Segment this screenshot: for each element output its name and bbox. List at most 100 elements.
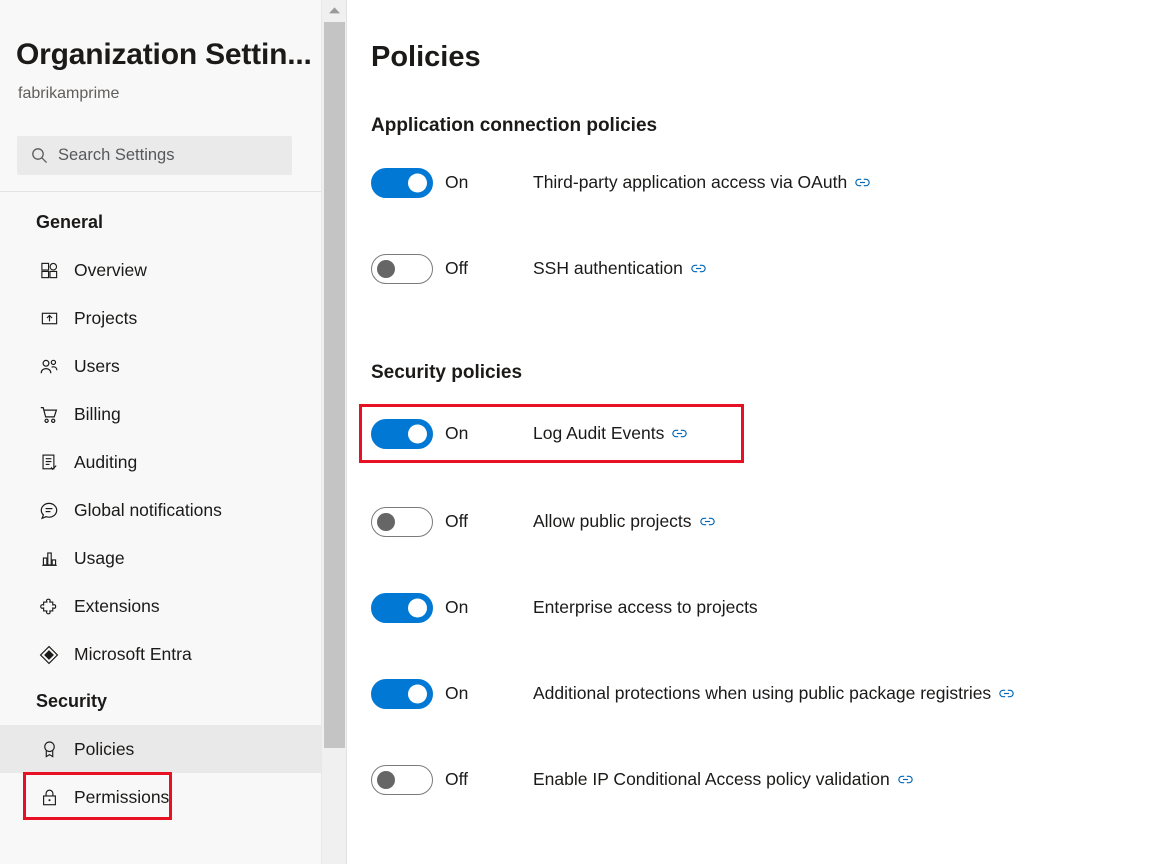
sidebar-item-auditing[interactable]: Auditing: [0, 439, 322, 487]
sidebar-item-label: Permissions: [74, 787, 169, 808]
search-settings-input[interactable]: Search Settings: [17, 136, 292, 175]
section-application-connection-policies: Application connection policies On Third…: [371, 115, 1131, 291]
sidebar-scrollbar[interactable]: [321, 0, 346, 864]
policy-row-log-audit-events[interactable]: On Log Audit Events: [371, 412, 1131, 456]
section-title: Security policies: [371, 362, 1131, 385]
usage-bar-chart-icon: [38, 548, 60, 570]
sidebar-item-extensions[interactable]: Extensions: [0, 583, 322, 631]
sidebar-item-label: Global notifications: [74, 500, 222, 521]
nav-group-general-label: General: [0, 200, 322, 247]
policy-state-label: Off: [445, 511, 533, 532]
section-title: Application connection policies: [371, 115, 1131, 138]
policy-state-label: Off: [445, 769, 533, 790]
link-chain-icon[interactable]: [691, 261, 706, 276]
sidebar-item-microsoft-entra[interactable]: Microsoft Entra: [0, 631, 322, 679]
policy-name: Third-party application access via OAuth: [533, 172, 870, 193]
sidebar-item-label: Auditing: [74, 452, 137, 473]
toggle-knob: [377, 260, 395, 278]
billing-cart-icon: [38, 404, 60, 426]
policy-state-label: Off: [445, 258, 533, 279]
policy-state-label: On: [445, 683, 533, 704]
toggle-knob: [377, 771, 395, 789]
notifications-speech-bubble-icon: [38, 500, 60, 522]
policy-toggle[interactable]: [371, 168, 433, 198]
policy-toggle[interactable]: [371, 419, 433, 449]
sidebar-item-permissions[interactable]: Permissions: [0, 773, 322, 821]
sidebar-item-label: Usage: [74, 548, 125, 569]
toggle-knob: [408, 424, 427, 443]
sidebar-item-users[interactable]: Users: [0, 343, 322, 391]
section-security-policies: Security policies On Log Audit Events: [371, 362, 1131, 802]
microsoft-entra-diamond-icon: [38, 644, 60, 666]
policy-toggle[interactable]: [371, 679, 433, 709]
organization-title: Organization Settin...: [16, 38, 312, 71]
projects-upload-box-icon: [38, 308, 60, 330]
link-chain-icon[interactable]: [855, 175, 870, 190]
policies-main-panel: Policies Application connection policies…: [347, 0, 1169, 864]
sidebar-item-label: Projects: [74, 308, 137, 329]
policy-row-third-party-oauth[interactable]: On Third-party application access via OA…: [371, 161, 1131, 205]
sidebar-item-overview[interactable]: Overview: [0, 247, 322, 295]
policy-state-label: On: [445, 172, 533, 193]
sidebar-item-label: Users: [74, 356, 120, 377]
overview-grid-icon: [38, 260, 60, 282]
policy-row-enterprise-access[interactable]: On Enterprise access to projects: [371, 586, 1131, 630]
policy-name: SSH authentication: [533, 258, 706, 279]
policy-toggle[interactable]: [371, 593, 433, 623]
policy-name-text: Additional protections when using public…: [533, 683, 991, 704]
policy-name-text: Enterprise access to projects: [533, 597, 758, 618]
sidebar-item-label: Billing: [74, 404, 121, 425]
link-chain-icon[interactable]: [999, 686, 1014, 701]
policy-name: Additional protections when using public…: [533, 683, 1014, 704]
policy-name: Enterprise access to projects: [533, 597, 758, 618]
sidebar-item-billing[interactable]: Billing: [0, 391, 322, 439]
sidebar-item-label: Policies: [74, 739, 134, 760]
policy-toggle[interactable]: [371, 765, 433, 795]
policies-award-ribbon-icon: [38, 738, 60, 760]
policy-row-ip-conditional-access[interactable]: Off Enable IP Conditional Access policy …: [371, 758, 1131, 802]
policy-row-allow-public-projects[interactable]: Off Allow public projects: [371, 500, 1131, 544]
policy-name-text: Enable IP Conditional Access policy vali…: [533, 769, 890, 790]
toggle-knob: [377, 513, 395, 531]
settings-sidebar: Organization Settin... fabrikamprime Sea…: [0, 0, 347, 864]
sidebar-nav: General Overview: [0, 200, 322, 821]
policy-name: Allow public projects: [533, 511, 715, 532]
policy-toggle[interactable]: [371, 254, 433, 284]
link-chain-icon[interactable]: [898, 772, 913, 787]
policy-toggle[interactable]: [371, 507, 433, 537]
users-people-icon: [38, 356, 60, 378]
extensions-puzzle-icon: [38, 596, 60, 618]
organization-settings-page: Organization Settin... fabrikamprime Sea…: [0, 0, 1169, 864]
policy-name: Log Audit Events: [533, 423, 687, 444]
policy-state-label: On: [445, 423, 533, 444]
sidebar-item-policies[interactable]: Policies: [0, 725, 322, 773]
toggle-knob: [408, 173, 427, 192]
policy-state-label: On: [445, 597, 533, 618]
sidebar-item-usage[interactable]: Usage: [0, 535, 322, 583]
scrollbar-thumb[interactable]: [324, 22, 345, 748]
toggle-knob: [408, 598, 427, 617]
sidebar-item-global-notifications[interactable]: Global notifications: [0, 487, 322, 535]
sidebar-divider: [0, 191, 322, 192]
policy-name: Enable IP Conditional Access policy vali…: [533, 769, 913, 790]
sidebar-item-label: Extensions: [74, 596, 160, 617]
auditing-clipboard-check-icon: [38, 452, 60, 474]
permissions-lock-icon: [38, 786, 60, 808]
link-chain-icon[interactable]: [700, 514, 715, 529]
link-chain-icon[interactable]: [672, 426, 687, 441]
policy-row-ssh-authentication[interactable]: Off SSH authentication: [371, 247, 1131, 291]
sidebar-item-label: Microsoft Entra: [74, 644, 192, 665]
page-title: Policies: [371, 42, 481, 74]
policy-name-text: Log Audit Events: [533, 423, 664, 444]
sidebar-item-label: Overview: [74, 260, 147, 281]
chevron-up-icon[interactable]: [322, 0, 346, 20]
sidebar-content: Organization Settin... fabrikamprime Sea…: [0, 0, 322, 864]
nav-group-security-label: Security: [0, 679, 322, 726]
policy-row-additional-protections[interactable]: On Additional protections when using pub…: [371, 672, 1131, 716]
policy-name-text: Third-party application access via OAuth: [533, 172, 847, 193]
sidebar-item-projects[interactable]: Projects: [0, 295, 322, 343]
toggle-knob: [408, 684, 427, 703]
organization-name: fabrikamprime: [18, 84, 119, 103]
search-icon: [31, 147, 48, 164]
policy-name-text: Allow public projects: [533, 511, 692, 532]
